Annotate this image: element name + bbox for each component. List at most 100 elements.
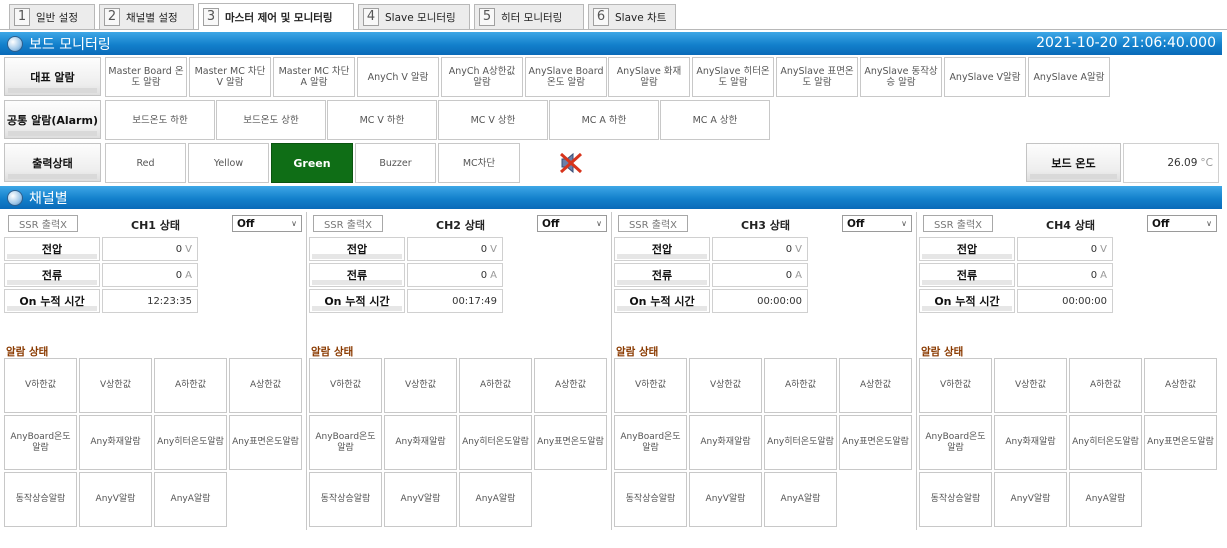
ssr-label: SSR 출력X xyxy=(18,220,68,231)
main-window: 1 일반 설정 2 채널별 설정 3 마스터 제어 및 모니터링 4 Slave… xyxy=(0,0,1227,548)
output-label: Yellow xyxy=(213,157,244,169)
select-value: Off xyxy=(847,217,865,230)
alarm-label: AnyV알람 xyxy=(705,494,746,504)
channel-status-title: CH4 상태 xyxy=(1046,219,1096,232)
select-value: Off xyxy=(1152,217,1170,230)
unit-text: V xyxy=(185,243,192,255)
current-label: 전류 xyxy=(919,263,1015,287)
tab-channel-settings[interactable]: 2 채널별 설정 xyxy=(99,4,194,29)
tab-heater-monitoring[interactable]: 5 히터 모니터링 xyxy=(474,4,584,29)
channel-alarm-item: 동작상승알람 xyxy=(4,472,77,527)
channel-alarm-item: V하한값 xyxy=(4,358,77,413)
ssr-label: SSR 출력X xyxy=(628,220,678,231)
rep-alarm-item: AnySlave V알람 xyxy=(944,57,1026,97)
board-monitoring-header: 보드 모니터링 2021-10-20 21:06:40.000 xyxy=(0,32,1222,55)
output-mc-cutoff: MC차단 xyxy=(438,143,520,183)
channel-alarm-item: AnyBoard온도 알람 xyxy=(919,415,992,470)
unit-text: A xyxy=(185,269,192,281)
channel-status-title: CH3 상태 xyxy=(741,219,791,232)
tab-slave-chart[interactable]: 6 Slave 차트 xyxy=(588,4,676,29)
channel-state-select[interactable]: Off ∨ xyxy=(232,215,302,232)
alarm-label: Any화재알람 xyxy=(395,437,446,447)
channel-alarm-item: AnyA알람 xyxy=(154,472,227,527)
value-text: 0 xyxy=(175,269,183,281)
common-alarm-item: MC V 상한 xyxy=(438,100,548,140)
tab-general-settings[interactable]: 1 일반 설정 xyxy=(9,4,95,29)
channel-alarm-item: V상한값 xyxy=(689,358,762,413)
channel-alarm-item: Any화재알람 xyxy=(994,415,1067,470)
alarm-label: AnySlave V알람 xyxy=(949,71,1021,83)
tab-label: 채널별 설정 xyxy=(126,11,178,24)
tab-strip-border xyxy=(0,29,1227,30)
label-text: 전압 xyxy=(956,243,978,256)
alarm-label: V상한값 xyxy=(405,380,436,390)
common-alarm-item: 보드온도 상한 xyxy=(216,100,326,140)
voltage-value: 0V xyxy=(1017,237,1113,261)
channel-alarm-item: Any표면온도알람 xyxy=(839,415,912,470)
alarm-label: AnyA알람 xyxy=(475,494,516,504)
tab-label: Slave 차트 xyxy=(615,11,667,24)
ssr-output-indicator: SSR 출력X xyxy=(8,215,78,232)
label-text: On 누적 시간 xyxy=(934,295,1000,308)
channel-alarm-item: AnyA알람 xyxy=(1069,472,1142,527)
alarm-label: 보드온도 하한 xyxy=(132,114,188,126)
value-text: 0 xyxy=(480,243,488,255)
rep-alarm-item: Master Board 온도 알람 xyxy=(105,57,187,97)
rep-alarm-item: AnySlave A알람 xyxy=(1028,57,1110,97)
alarm-label: AnySlave 동작상승 알람 xyxy=(864,66,938,88)
label-text: 전압 xyxy=(651,243,673,256)
ssr-label: SSR 출력X xyxy=(323,220,373,231)
channel-alarm-item: AnyV알람 xyxy=(79,472,152,527)
label-text: 전압 xyxy=(346,243,368,256)
alarm-label: AnySlave A알람 xyxy=(1033,71,1105,83)
value-text: 00:00:00 xyxy=(757,295,802,307)
alarm-status-title: 알람 상태 xyxy=(311,346,354,358)
channel-alarm-item: AnyA알람 xyxy=(764,472,837,527)
tab-number: 6 xyxy=(593,8,609,26)
value-text: 00:00:00 xyxy=(1062,295,1107,307)
ssr-label: SSR 출력X xyxy=(933,220,983,231)
alarm-status-title: 알람 상태 xyxy=(921,346,964,358)
speaker-muted-icon[interactable] xyxy=(557,150,585,176)
tab-label: 히터 모니터링 xyxy=(501,11,563,24)
on-time-value: 12:23:35 xyxy=(102,289,198,313)
channel-section-header: 채널별 xyxy=(0,186,1222,209)
board-temp-value: 26.09 °C xyxy=(1123,143,1219,183)
board-temp-label: 보드 온도 xyxy=(1026,143,1121,182)
alarm-label: AnyBoard온도 알람 xyxy=(925,431,986,453)
alarm-label: Any화재알람 xyxy=(1005,437,1056,447)
channel-alarm-item: Any화재알람 xyxy=(79,415,152,470)
tab-master-control[interactable]: 3 마스터 제어 및 모니터링 xyxy=(198,3,354,30)
alarm-label: AnySlave 히터온도 알람 xyxy=(696,66,770,88)
label-text: 전류 xyxy=(41,269,63,282)
tab-number: 1 xyxy=(14,8,30,26)
channel-alarm-item: A하한값 xyxy=(764,358,837,413)
channel-state-select[interactable]: Off ∨ xyxy=(1147,215,1217,232)
channel-state-select[interactable]: Off ∨ xyxy=(537,215,607,232)
alarm-label: AnySlave Board 온도 알람 xyxy=(528,66,604,88)
alarm-label: Any표면온도알람 xyxy=(842,437,909,447)
current-label: 전류 xyxy=(309,263,405,287)
tab-label: 마스터 제어 및 모니터링 xyxy=(225,11,333,24)
channel-separator xyxy=(306,212,307,530)
alarm-label: Any히터온도알람 xyxy=(1072,437,1139,447)
alarm-status-title: 알람 상태 xyxy=(616,346,659,358)
alarm-label: Any히터온도알람 xyxy=(462,437,529,447)
value-text: 0 xyxy=(480,269,488,281)
alarm-label: MC V 하한 xyxy=(359,114,405,126)
channel-separator xyxy=(611,212,612,530)
tab-slave-monitoring[interactable]: 4 Slave 모니터링 xyxy=(358,4,470,29)
channel-state-select[interactable]: Off ∨ xyxy=(842,215,912,232)
alarm-label: A하한값 xyxy=(1090,380,1121,390)
channel-alarm-item: Any화재알람 xyxy=(384,415,457,470)
channel-alarm-item: 동작상승알람 xyxy=(309,472,382,527)
current-label: 전류 xyxy=(614,263,710,287)
alarm-label: Any표면온도알람 xyxy=(232,437,299,447)
voltage-label: 전압 xyxy=(614,237,710,261)
channel-alarm-item: AnyV알람 xyxy=(994,472,1067,527)
channel-alarm-item: Any히터온도알람 xyxy=(764,415,837,470)
select-value: Off xyxy=(542,217,560,230)
channel-alarm-item: Any히터온도알람 xyxy=(459,415,532,470)
alarm-label: AnyBoard온도 알람 xyxy=(315,431,376,453)
rep-alarm-item: AnySlave 표면온도 알람 xyxy=(776,57,858,97)
